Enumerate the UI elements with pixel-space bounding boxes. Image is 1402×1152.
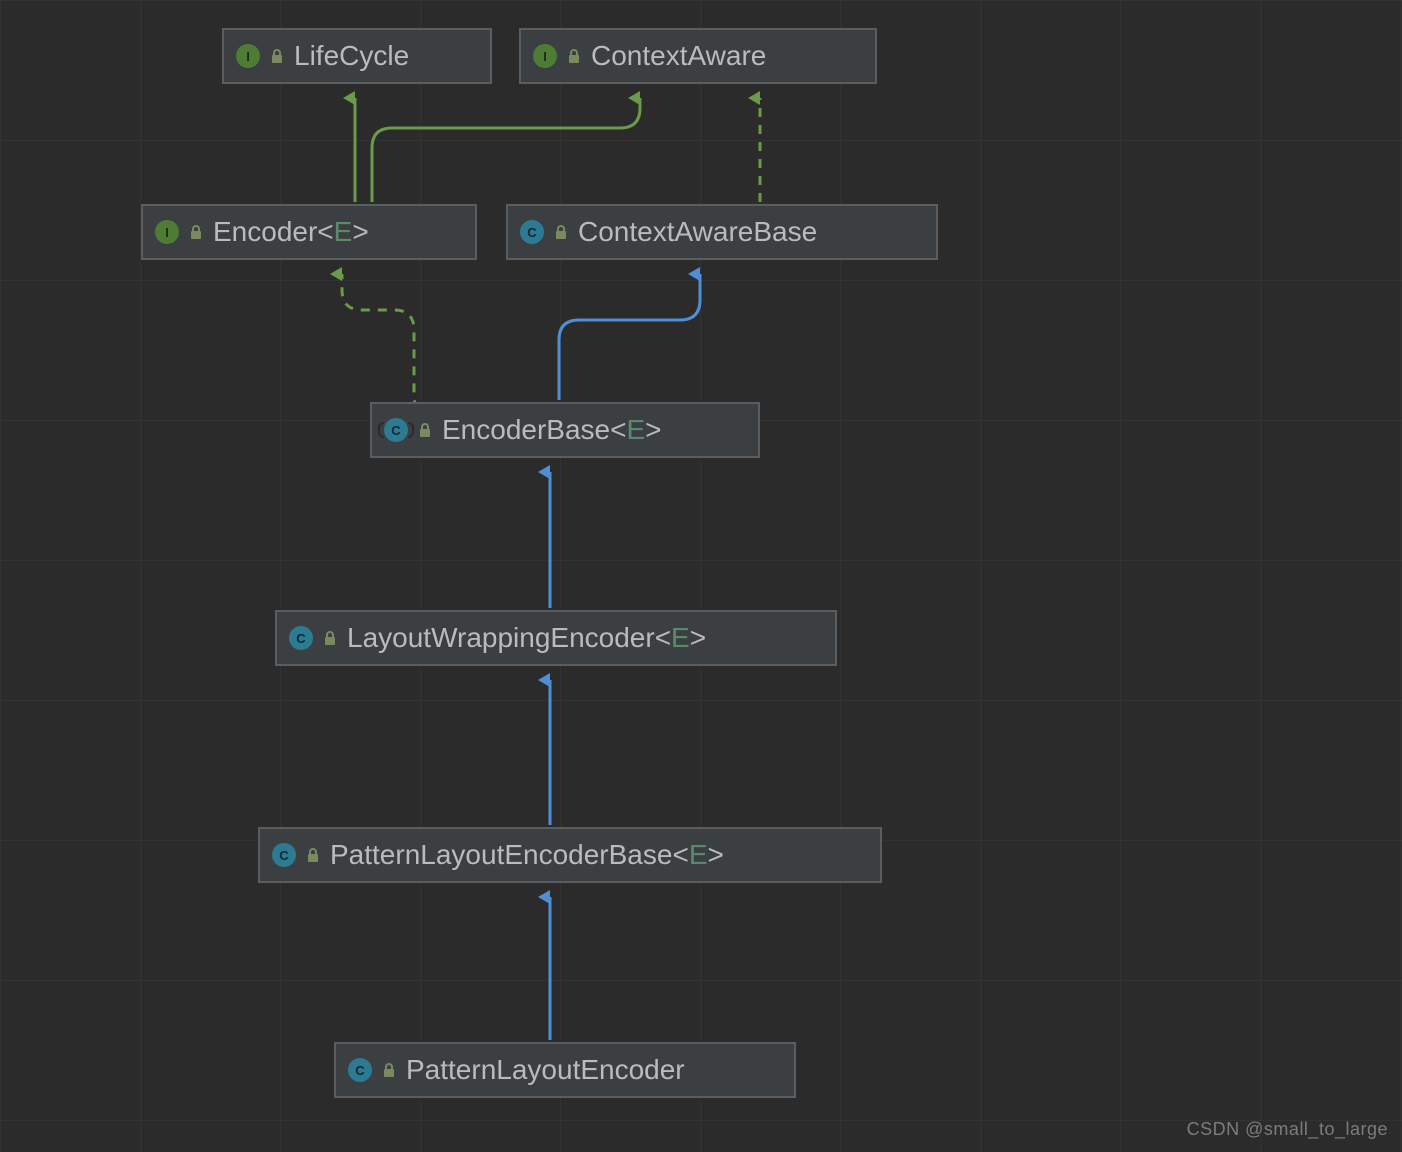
lock-icon [418, 423, 432, 437]
node-label: ContextAwareBase [578, 216, 817, 248]
abstract-class-icon: C [384, 418, 408, 442]
node-label: PatternLayoutEncoder [406, 1054, 685, 1086]
connectors-layer [0, 0, 1402, 1152]
class-icon: C [348, 1058, 372, 1082]
edge-encoderbase-encoder [342, 274, 501, 415]
lock-icon [567, 49, 581, 63]
grid-background [0, 0, 1402, 1152]
node-layoutwrappingencoder[interactable]: C LayoutWrappingEncoder<E> [275, 610, 837, 666]
interface-icon: I [533, 44, 557, 68]
lock-icon [306, 848, 320, 862]
lock-icon [323, 631, 337, 645]
node-patternlayoutencoderbase[interactable]: C PatternLayoutEncoderBase<E> [258, 827, 882, 883]
node-label: PatternLayoutEncoderBase<E> [330, 839, 724, 871]
lock-icon [382, 1063, 396, 1077]
node-lifecycle[interactable]: I LifeCycle [222, 28, 492, 84]
node-label: LayoutWrappingEncoder<E> [347, 622, 706, 654]
edge-encoderbase-contextawarebase [559, 274, 700, 400]
interface-icon: I [155, 220, 179, 244]
interface-icon: I [236, 44, 260, 68]
lock-icon [554, 225, 568, 239]
node-label: Encoder<E> [213, 216, 369, 248]
class-icon: C [272, 843, 296, 867]
edge-encoder-contextaware [372, 98, 640, 202]
class-icon: C [289, 626, 313, 650]
node-encoderbase[interactable]: C EncoderBase<E> [370, 402, 760, 458]
node-encoder[interactable]: I Encoder<E> [141, 204, 477, 260]
lock-icon [189, 225, 203, 239]
lock-icon [270, 49, 284, 63]
node-label: ContextAware [591, 40, 766, 72]
node-contextaware[interactable]: I ContextAware [519, 28, 877, 84]
node-patternlayoutencoder[interactable]: C PatternLayoutEncoder [334, 1042, 796, 1098]
watermark: CSDN @small_to_large [1187, 1119, 1388, 1140]
node-label: LifeCycle [294, 40, 409, 72]
node-label: EncoderBase<E> [442, 414, 662, 446]
class-icon: C [520, 220, 544, 244]
node-contextawarebase[interactable]: C ContextAwareBase [506, 204, 938, 260]
